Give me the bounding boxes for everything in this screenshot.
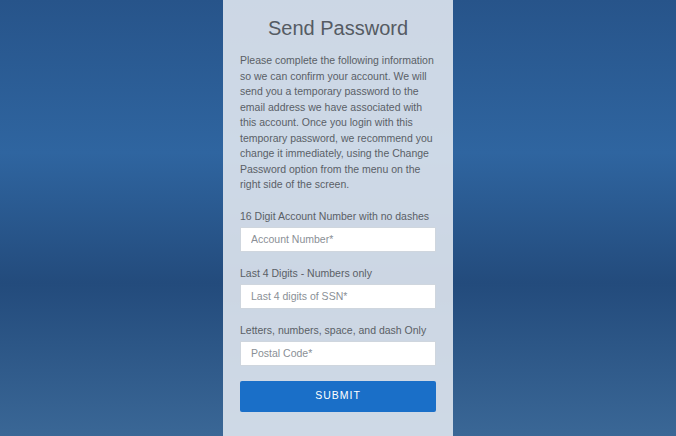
field-input[interactable] [240,284,436,309]
form-field: 16 Digit Account Number with no dashes [240,209,436,252]
field-input[interactable] [240,227,436,252]
form-field: Last 4 Digits - Numbers only [240,266,436,309]
form-field: Letters, numbers, space, and dash Only [240,323,436,366]
field-label: 16 Digit Account Number with no dashes [240,209,436,223]
page: Send Password Please complete the followi… [0,0,676,436]
field-label: Last 4 Digits - Numbers only [240,266,436,280]
send-password-panel: Send Password Please complete the followi… [223,0,453,436]
form-fields: 16 Digit Account Number with no dashes La… [240,209,436,366]
field-input[interactable] [240,341,436,366]
panel-title: Send Password [240,15,436,41]
panel-description: Please complete the following informatio… [240,53,436,193]
submit-button[interactable]: SUBMIT [240,381,436,412]
field-label: Letters, numbers, space, and dash Only [240,323,436,337]
